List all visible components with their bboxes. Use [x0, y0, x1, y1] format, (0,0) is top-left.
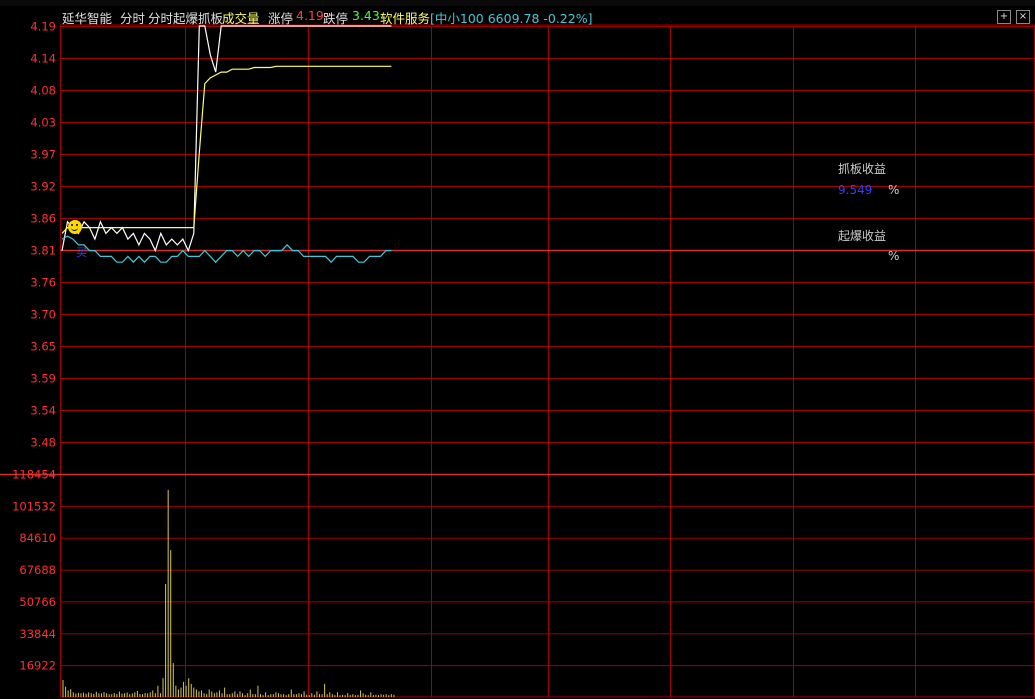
price-tick-label: 4.19 — [30, 20, 56, 34]
price-tick-label: 3.65 — [30, 340, 56, 354]
volume-tick-label: 16922 — [19, 659, 56, 673]
zhuaban-value: 9.549 — [838, 183, 873, 197]
price-tick-label: 3.48 — [30, 436, 56, 450]
price-tick-label: 3.86 — [30, 212, 56, 226]
price-tick-label: 4.08 — [30, 84, 56, 98]
price-axis-labels: 4.19 4.14 4.08 4.03 3.97 3.92 3.86 3.81 3.76 3.70… — [30, 20, 56, 450]
volume-tick-label: 101532 — [12, 499, 56, 513]
chart-frame — [60, 24, 1035, 698]
smiley-icon — [68, 220, 82, 234]
price-tick-label: 3.81 — [30, 244, 56, 258]
price-tick-label: 3.70 — [30, 308, 56, 322]
intraday-chart[interactable]: 4.19 4.14 4.08 4.03 3.97 3.92 3.86 3.81 3.76 3.70… — [0, 0, 1035, 699]
volume-tick-label: 67688 — [19, 563, 56, 577]
price-tick-label: 3.92 — [30, 180, 56, 194]
price-tick-label: 4.03 — [30, 116, 56, 130]
volume-tick-label: 50766 — [19, 595, 56, 609]
qibao-pct: % — [888, 249, 900, 263]
volume-axis-labels: 118454 101532 84610 67688 50766 33844 16922 — [12, 468, 56, 673]
qibao-title: 起爆收益 — [838, 229, 887, 243]
volume-tick-label: 33844 — [19, 627, 56, 641]
volume-tick-label: 84610 — [19, 531, 56, 545]
chart-grid — [0, 24, 1035, 698]
price-lines — [61, 25, 392, 264]
zhuaban-title: 抓板收益 — [838, 162, 887, 176]
price-tick-label: 3.59 — [30, 372, 56, 386]
price-tick-label: 3.97 — [30, 148, 56, 162]
price-tick-label: 3.76 — [30, 276, 56, 290]
volume-tick-label: 118454 — [12, 468, 56, 482]
price-tick-label: 4.14 — [30, 52, 56, 66]
price-tick-label: 3.54 — [30, 404, 56, 418]
average-line — [61, 65, 392, 234]
zhuaban-pct: % — [888, 183, 900, 197]
indicator-line — [61, 235, 392, 264]
buy-marker: 买 — [76, 246, 87, 259]
price-line — [61, 25, 392, 253]
